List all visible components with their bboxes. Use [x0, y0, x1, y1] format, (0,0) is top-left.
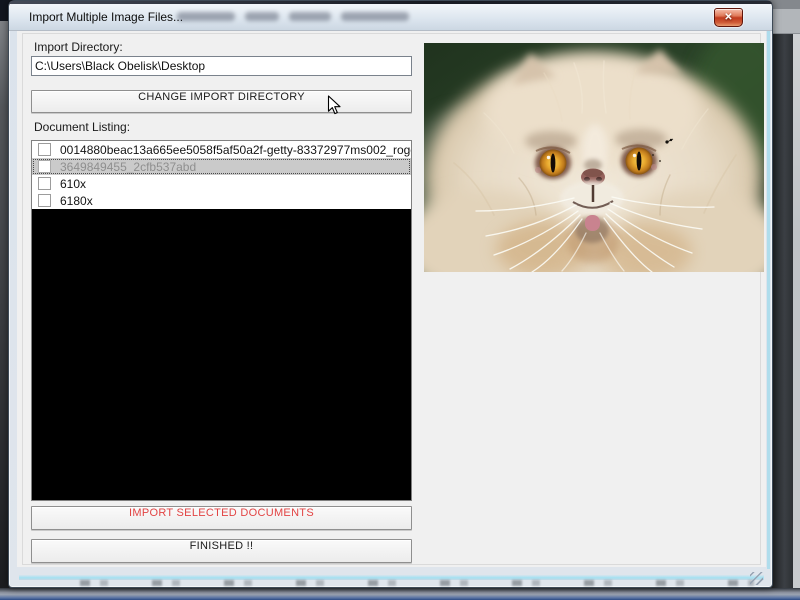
close-icon: ✕ — [724, 12, 732, 23]
document-name: 6180x — [60, 194, 93, 208]
import-directory-label: Import Directory: — [34, 40, 123, 54]
document-listing-label: Document Listing: — [34, 120, 130, 134]
document-name: 610x — [60, 177, 86, 191]
document-listbox[interactable]: 0014880beac13a665ee5058f5af50a2f-getty-8… — [31, 140, 412, 501]
document-row-selected[interactable]: 3649849455_2cfb537abd — [32, 158, 411, 175]
import-dialog-window: Import Multiple Image Files... ✕ Import … — [8, 0, 773, 588]
import-directory-input[interactable] — [31, 56, 412, 76]
glass-edge-right — [767, 31, 770, 569]
document-row[interactable]: 6180x — [32, 192, 411, 209]
document-name: 0014880beac13a665ee5058f5af50a2f-getty-8… — [60, 143, 411, 157]
glass-bottom-smudges — [54, 580, 754, 586]
finished-button[interactable]: FINISHED !! — [31, 539, 412, 563]
mouse-cursor-icon — [327, 95, 342, 116]
change-import-directory-button[interactable]: CHANGE IMPORT DIRECTORY — [31, 90, 412, 113]
import-selected-button[interactable]: IMPORT SELECTED DOCUMENTS — [31, 506, 412, 530]
backdrop-taskbar-strip — [0, 588, 800, 600]
document-checkbox[interactable] — [38, 160, 51, 173]
window-title: Import Multiple Image Files... — [29, 10, 183, 24]
titlebar-ghost-smudge — [177, 12, 409, 21]
document-checkbox[interactable] — [38, 194, 51, 207]
backdrop-right-light-strip — [793, 0, 800, 588]
image-preview-cat-photo — [424, 43, 764, 272]
backdrop-right-dark-strip — [772, 0, 793, 588]
resize-grip[interactable] — [750, 572, 763, 585]
document-row[interactable]: 610x — [32, 175, 411, 192]
cat-photo-drawing — [424, 43, 764, 272]
dialog-client-area: Import Directory: CHANGE IMPORT DIRECTOR… — [17, 31, 766, 567]
close-button[interactable]: ✕ — [714, 8, 743, 27]
document-name: 3649849455_2cfb537abd — [60, 160, 196, 174]
titlebar[interactable]: Import Multiple Image Files... — [9, 4, 772, 31]
document-row[interactable]: 0014880beac13a665ee5058f5af50a2f-getty-8… — [32, 141, 411, 158]
document-checkbox[interactable] — [38, 143, 51, 156]
document-checkbox[interactable] — [38, 177, 51, 190]
